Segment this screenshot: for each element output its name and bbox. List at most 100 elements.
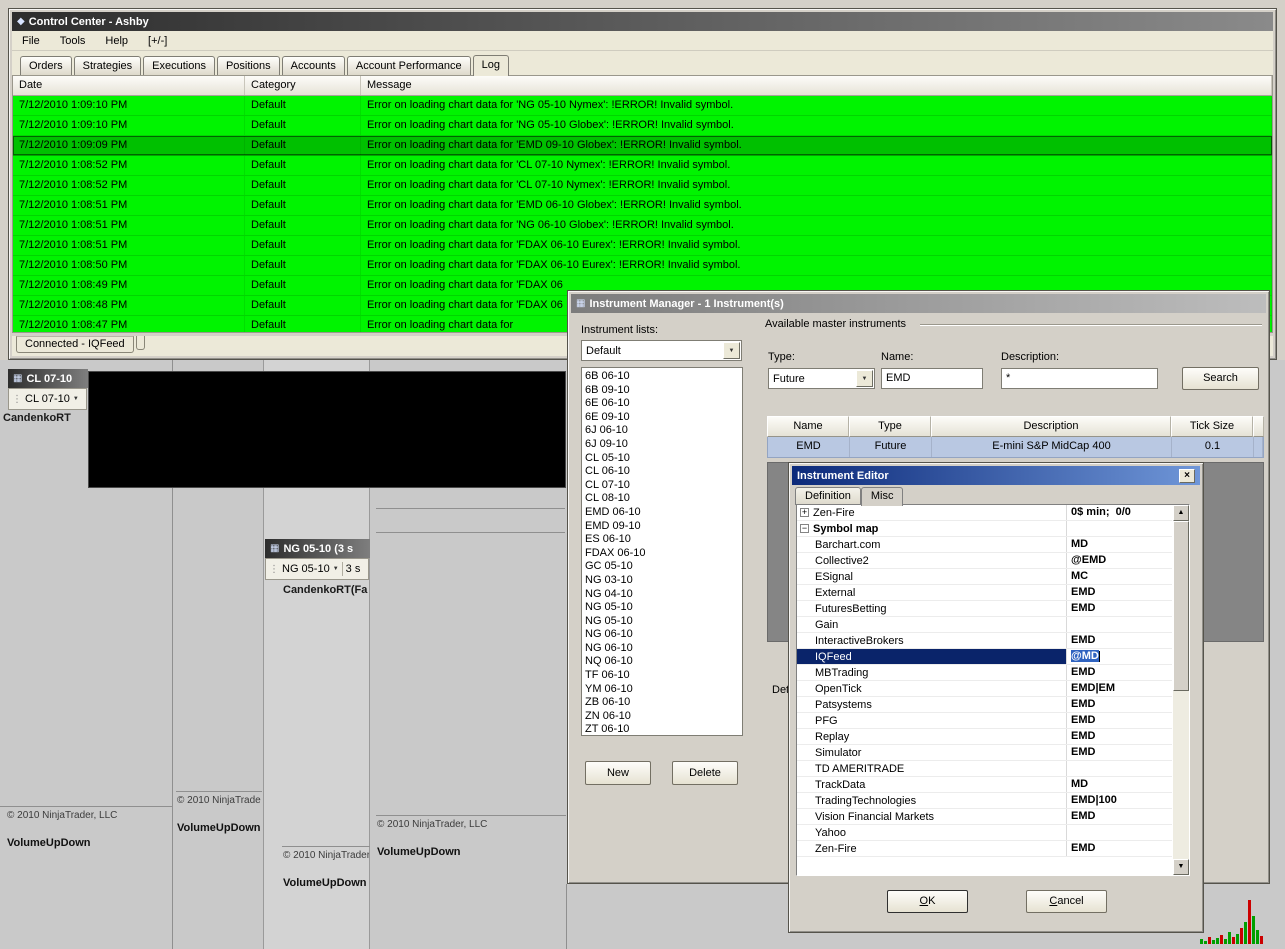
- chevron-down-icon[interactable]: ▼: [333, 566, 339, 572]
- delete-button[interactable]: Delete: [672, 761, 738, 785]
- type-dropdown[interactable]: Future ▼: [768, 368, 875, 389]
- property-value[interactable]: [1067, 761, 1172, 776]
- property-row-esignal[interactable]: ESignal MC: [797, 569, 1172, 585]
- log-row[interactable]: 7/12/2010 1:08:51 PM Default Error on load…: [13, 216, 1272, 236]
- cancel-button[interactable]: Cancel: [1026, 890, 1107, 913]
- column-header-name[interactable]: Name: [767, 416, 849, 437]
- property-row-vision-financial-markets[interactable]: Vision Financial Markets EMD: [797, 809, 1172, 825]
- panel-divider[interactable]: [376, 532, 565, 533]
- property-value[interactable]: @EMD: [1067, 553, 1172, 568]
- tab-log[interactable]: Log: [472, 55, 509, 76]
- control-center-titlebar[interactable]: ◆ Control Center - Ashby: [12, 12, 1273, 31]
- property-value[interactable]: EMD: [1067, 601, 1172, 616]
- tab-executions[interactable]: Executions: [143, 56, 215, 75]
- log-row[interactable]: 7/12/2010 1:08:51 PM Default Error on load…: [13, 236, 1272, 256]
- property-value[interactable]: EMD: [1067, 729, 1172, 744]
- property-value[interactable]: EMD: [1067, 633, 1172, 648]
- instrument-listbox[interactable]: 6B 06-10 6B 09-10 6E 06-10 6E 09-10 6J 06-10…: [581, 367, 743, 736]
- property-row-zen-fire[interactable]: Zen-Fire EMD: [797, 841, 1172, 857]
- list-item-ng-05-10[interactable]: NG 05-10: [585, 601, 742, 615]
- tab-definition[interactable]: Definition: [795, 487, 861, 505]
- list-item-6e-06-10[interactable]: 6E 06-10: [585, 397, 742, 411]
- list-item-ym-06-10[interactable]: YM 06-10: [585, 683, 742, 697]
- list-item-fdax-06-10[interactable]: FDAX 06-10: [585, 547, 742, 561]
- property-value[interactable]: [1067, 521, 1172, 536]
- property-value[interactable]: MD: [1067, 537, 1172, 552]
- scroll-down-icon[interactable]: ▼: [1173, 859, 1189, 875]
- list-item-ng-06-10[interactable]: NG 06-10: [585, 642, 742, 656]
- panel-divider[interactable]: [0, 806, 172, 807]
- property-value[interactable]: EMD: [1067, 841, 1172, 856]
- log-row[interactable]: 7/12/2010 1:08:52 PM Default Error on load…: [13, 156, 1272, 176]
- log-row[interactable]: 7/12/2010 1:09:10 PM Default Error on load…: [13, 116, 1272, 136]
- property-row-external[interactable]: External EMD: [797, 585, 1172, 601]
- chevron-down-icon[interactable]: ▼: [723, 342, 740, 359]
- list-item-6j-09-10[interactable]: 6J 09-10: [585, 438, 742, 452]
- menu-help[interactable]: Help: [95, 32, 138, 50]
- log-row[interactable]: 7/12/2010 1:08:50 PM Default Error on load…: [13, 256, 1272, 276]
- result-row-emd[interactable]: EMD Future E-mini S&P MidCap 400 0.1: [767, 437, 1264, 458]
- search-button[interactable]: Search: [1182, 367, 1259, 390]
- property-row-replay[interactable]: Replay EMD: [797, 729, 1172, 745]
- tab-strategies[interactable]: Strategies: [73, 56, 142, 75]
- property-value[interactable]: 0$ min; 0/0: [1067, 505, 1172, 520]
- list-item-ng-05-10[interactable]: NG 05-10: [585, 615, 742, 629]
- column-header-message[interactable]: Message: [361, 76, 1272, 95]
- instrument-editor-titlebar[interactable]: Instrument Editor ×: [792, 466, 1200, 485]
- property-value[interactable]: @MD: [1067, 649, 1172, 664]
- instrument-manager-titlebar[interactable]: ▦ Instrument Manager - 1 Instrument(s): [571, 294, 1266, 313]
- property-row-futuresbetting[interactable]: FuturesBetting EMD: [797, 601, 1172, 617]
- interval-selector[interactable]: 3 s: [346, 563, 361, 575]
- column-header-description[interactable]: Description: [931, 416, 1171, 437]
- property-row-mbtrading[interactable]: MBTrading EMD: [797, 665, 1172, 681]
- log-row[interactable]: 7/12/2010 1:09:10 PM Default Error on load…: [13, 96, 1272, 116]
- scroll-up-icon[interactable]: ▲: [1173, 505, 1189, 521]
- property-value[interactable]: MC: [1067, 569, 1172, 584]
- property-row-gain[interactable]: Gain: [797, 617, 1172, 633]
- property-row-zen-fire[interactable]: + Zen-Fire 0$ min; 0/0: [797, 505, 1172, 521]
- property-row-collective2[interactable]: Collective2 @EMD: [797, 553, 1172, 569]
- scrollbar[interactable]: ▲ ▼: [1172, 505, 1189, 875]
- list-item-tf-06-10[interactable]: TF 06-10: [585, 669, 742, 683]
- property-value[interactable]: EMD: [1067, 713, 1172, 728]
- log-row[interactable]: 7/12/2010 1:09:09 PM Default Error on load…: [13, 136, 1272, 156]
- list-item-ng-04-10[interactable]: NG 04-10: [585, 588, 742, 602]
- property-row-interactivebrokers[interactable]: InteractiveBrokers EMD: [797, 633, 1172, 649]
- cl-chart-area[interactable]: [88, 371, 566, 488]
- list-item-6e-09-10[interactable]: 6E 09-10: [585, 411, 742, 425]
- list-item-6b-06-10[interactable]: 6B 06-10: [585, 370, 742, 384]
- instrument-list-dropdown[interactable]: Default ▼: [581, 340, 742, 361]
- property-row-patsystems[interactable]: Patsystems EMD: [797, 697, 1172, 713]
- property-value[interactable]: EMD: [1067, 665, 1172, 680]
- log-row[interactable]: 7/12/2010 1:08:51 PM Default Error on load…: [13, 196, 1272, 216]
- tab-account-performance[interactable]: Account Performance: [346, 56, 471, 75]
- property-value[interactable]: EMD|EM: [1067, 681, 1172, 696]
- list-item-zn-06-10[interactable]: ZN 06-10: [585, 710, 742, 724]
- property-row-iqfeed[interactable]: IQFeed @MD: [797, 649, 1172, 665]
- list-item-6j-06-10[interactable]: 6J 06-10: [585, 424, 742, 438]
- property-row-pfg[interactable]: PFG EMD: [797, 713, 1172, 729]
- column-header-tick-size[interactable]: Tick Size: [1171, 416, 1253, 437]
- tab-misc[interactable]: Misc: [860, 487, 904, 506]
- list-item-cl-05-10[interactable]: CL 05-10: [585, 452, 742, 466]
- list-item-cl-07-10[interactable]: CL 07-10: [585, 479, 742, 493]
- list-item-ng-06-10[interactable]: NG 06-10: [585, 628, 742, 642]
- property-row-td-ameritrade[interactable]: TD AMERITRADE: [797, 761, 1172, 777]
- tab-accounts[interactable]: Accounts: [281, 56, 345, 75]
- scroll-thumb[interactable]: [1173, 521, 1189, 691]
- property-value[interactable]: [1067, 825, 1172, 840]
- list-item-nq-06-10[interactable]: NQ 06-10: [585, 655, 742, 669]
- list-item-es-06-10[interactable]: ES 06-10: [585, 533, 742, 547]
- list-item-ng-03-10[interactable]: NG 03-10: [585, 574, 742, 588]
- property-value[interactable]: MD: [1067, 777, 1172, 792]
- property-row-yahoo[interactable]: Yahoo: [797, 825, 1172, 841]
- property-value[interactable]: EMD: [1067, 745, 1172, 760]
- panel-divider[interactable]: [376, 508, 565, 509]
- name-input[interactable]: EMD: [881, 368, 983, 389]
- property-value[interactable]: EMD: [1067, 585, 1172, 600]
- chevron-down-icon[interactable]: ▼: [73, 396, 79, 402]
- menu-tools[interactable]: Tools: [50, 32, 96, 50]
- property-row-tradingtechnologies[interactable]: TradingTechnologies EMD|100: [797, 793, 1172, 809]
- instrument-selector[interactable]: CL 07-10: [25, 393, 70, 405]
- list-item-gc-05-10[interactable]: GC 05-10: [585, 560, 742, 574]
